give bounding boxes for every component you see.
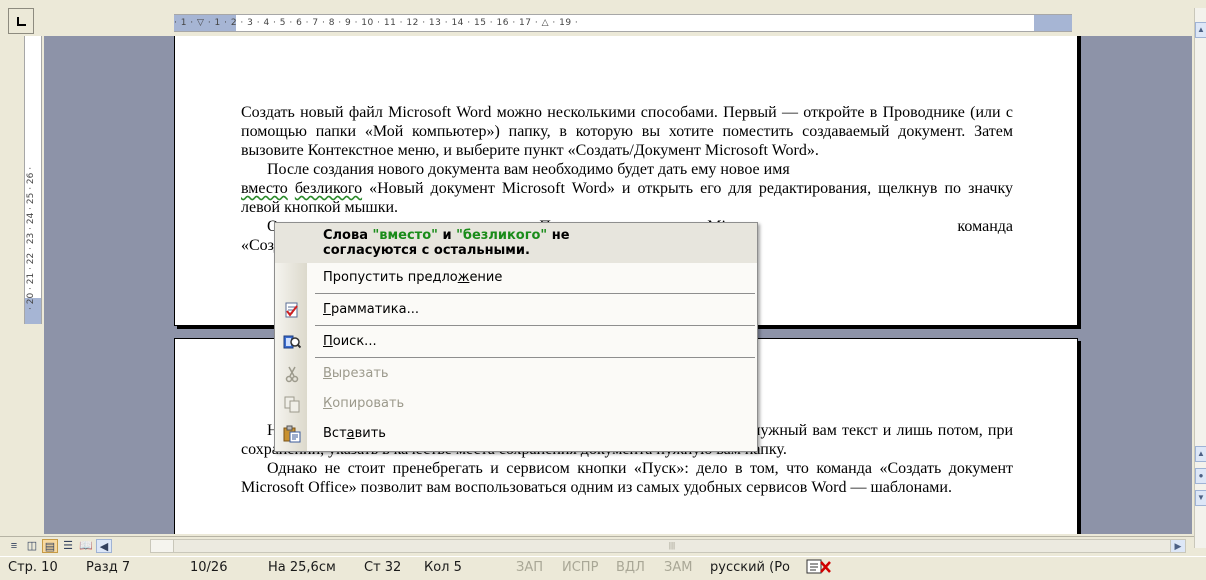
menu-item-cut[interactable]: Вырезать: [275, 361, 757, 387]
cut-icon: [283, 365, 301, 383]
status-bar: Стр. 10 Разд 7 10/26 На 25,6см Ст 32 Кол…: [0, 556, 1206, 579]
vertical-scrollbar[interactable]: ▲ ▲ ● ▼: [1194, 8, 1206, 548]
horizontal-scroll-thumb[interactable]: |||: [173, 540, 1171, 552]
grammar-suggestion-text: Слова "вместо" и "безликого" не согласуют…: [323, 228, 623, 258]
status-column: Кол 5: [424, 560, 462, 575]
label-accelerator: П: [323, 334, 333, 349]
tab-selector-button[interactable]: [8, 8, 34, 34]
label-part: оиск...: [332, 334, 377, 349]
header-text: Слова: [323, 228, 373, 243]
status-position: На 25,6см: [268, 560, 336, 575]
menu-separator: [315, 357, 755, 358]
paragraph: Создать новый файл Microsoft Word можно …: [241, 104, 1013, 159]
label-part: рамматика...: [330, 302, 419, 317]
status-trk[interactable]: ИСПР: [562, 560, 598, 575]
label-accelerator: ж: [457, 270, 470, 285]
horizontal-scrollbar[interactable]: ||| ▶: [150, 539, 1186, 553]
status-rec[interactable]: ЗАП: [516, 560, 543, 575]
menu-header: Слова "вместо" и "безликого" не согласуют…: [275, 223, 757, 263]
menu-item-label: Вставить: [323, 426, 386, 441]
menu-item-grammar[interactable]: Грамматика...: [275, 297, 757, 323]
header-text: и: [437, 228, 457, 243]
menu-item-label: Копировать: [323, 396, 404, 411]
label-part: Пропустить предло: [323, 270, 458, 285]
menu-item-label: Грамматика...: [323, 302, 419, 317]
label-part: ырезать: [331, 366, 389, 381]
ruler-ticks: · 1 · ▽ · 1 · 2 · 3 · 4 · 5 · 6 · 7 · 8 …: [174, 18, 579, 28]
header-flagged-word: "вместо": [372, 228, 438, 243]
menu-item-ignore-sentence[interactable]: Пропустить предложение: [275, 265, 757, 291]
label-part: опировать: [332, 396, 405, 411]
label-accelerator: а: [346, 426, 355, 441]
status-page: Стр. 10: [8, 560, 58, 575]
text-run: После создания нового документа вам необ…: [267, 161, 790, 178]
outline-view-button[interactable]: ☰: [60, 539, 76, 553]
menu-separator: [315, 293, 755, 294]
scroll-left-button[interactable]: ◀: [96, 539, 112, 553]
left-tab-icon: [16, 16, 26, 26]
header-text: не: [547, 228, 570, 243]
menu-item-copy[interactable]: Копировать: [275, 391, 757, 417]
grammar-flagged-word[interactable]: вместо: [241, 180, 288, 197]
web-layout-view-button[interactable]: ◫: [24, 539, 40, 553]
label-accelerator: В: [323, 366, 332, 381]
label-part: Вст: [323, 426, 347, 441]
label-accelerator: Г: [323, 302, 331, 317]
grammar-icon: [283, 301, 301, 319]
status-ovr[interactable]: ЗАМ: [664, 560, 692, 575]
research-icon: [283, 333, 302, 351]
scroll-up-button[interactable]: ▲: [1195, 22, 1206, 38]
spelling-status-icon[interactable]: [806, 558, 832, 580]
grammar-flagged-word[interactable]: безликого: [295, 180, 362, 197]
header-text: согласуются с остальными.: [323, 243, 530, 258]
print-layout-view-button[interactable]: ▤: [42, 539, 58, 553]
vertical-ruler[interactable]: · 20 · 21 · 22 · 23 · 24 · 25 · 26 ·: [24, 36, 42, 324]
label-accelerator: К: [323, 396, 333, 411]
paragraph: Однако не стоит пренебрегать и сервисом …: [241, 460, 1013, 496]
menu-separator: [315, 325, 755, 326]
label-part: вить: [354, 426, 386, 441]
reading-layout-view-button[interactable]: 📖: [78, 539, 94, 553]
header-flagged-word: "безликого": [456, 228, 548, 243]
menu-item-label: Вырезать: [323, 366, 389, 381]
status-language[interactable]: русский (Ро: [710, 560, 790, 575]
label-part: ение: [469, 270, 503, 285]
horizontal-ruler[interactable]: · 1 · ▽ · 1 · 2 · 3 · 4 · 5 · 6 · 7 · 8 …: [174, 14, 1072, 32]
menu-item-label: Поиск...: [323, 334, 377, 349]
status-section: Разд 7: [86, 560, 131, 575]
status-line: Ст 32: [364, 560, 402, 575]
status-ext[interactable]: ВДЛ: [616, 560, 645, 575]
normal-view-button[interactable]: ≡: [6, 539, 22, 553]
menu-item-paste[interactable]: Вставить: [275, 421, 757, 447]
view-bar: ≡ ◫ ▤ ☰ 📖 ◀ ||| ▶: [0, 536, 1194, 555]
grammar-context-menu: Слова "вместо" и "безликого" не согласуют…: [274, 222, 758, 452]
copy-icon: [283, 395, 301, 413]
paragraph: После создания нового документа вам необ…: [241, 160, 1013, 217]
paste-icon: [283, 425, 301, 443]
previous-page-button[interactable]: ▲: [1195, 446, 1206, 462]
scroll-right-button[interactable]: ▶: [1171, 540, 1185, 552]
menu-item-label: Пропустить предложение: [323, 270, 502, 285]
menu-item-research[interactable]: Поиск...: [275, 329, 757, 355]
vertical-ruler-ticks: · 20 · 21 · 22 · 23 · 24 · 25 · 26 ·: [26, 166, 36, 310]
next-page-button[interactable]: ▼: [1195, 490, 1206, 506]
status-page-of: 10/26: [190, 560, 228, 575]
browse-object-button[interactable]: ●: [1195, 468, 1206, 484]
